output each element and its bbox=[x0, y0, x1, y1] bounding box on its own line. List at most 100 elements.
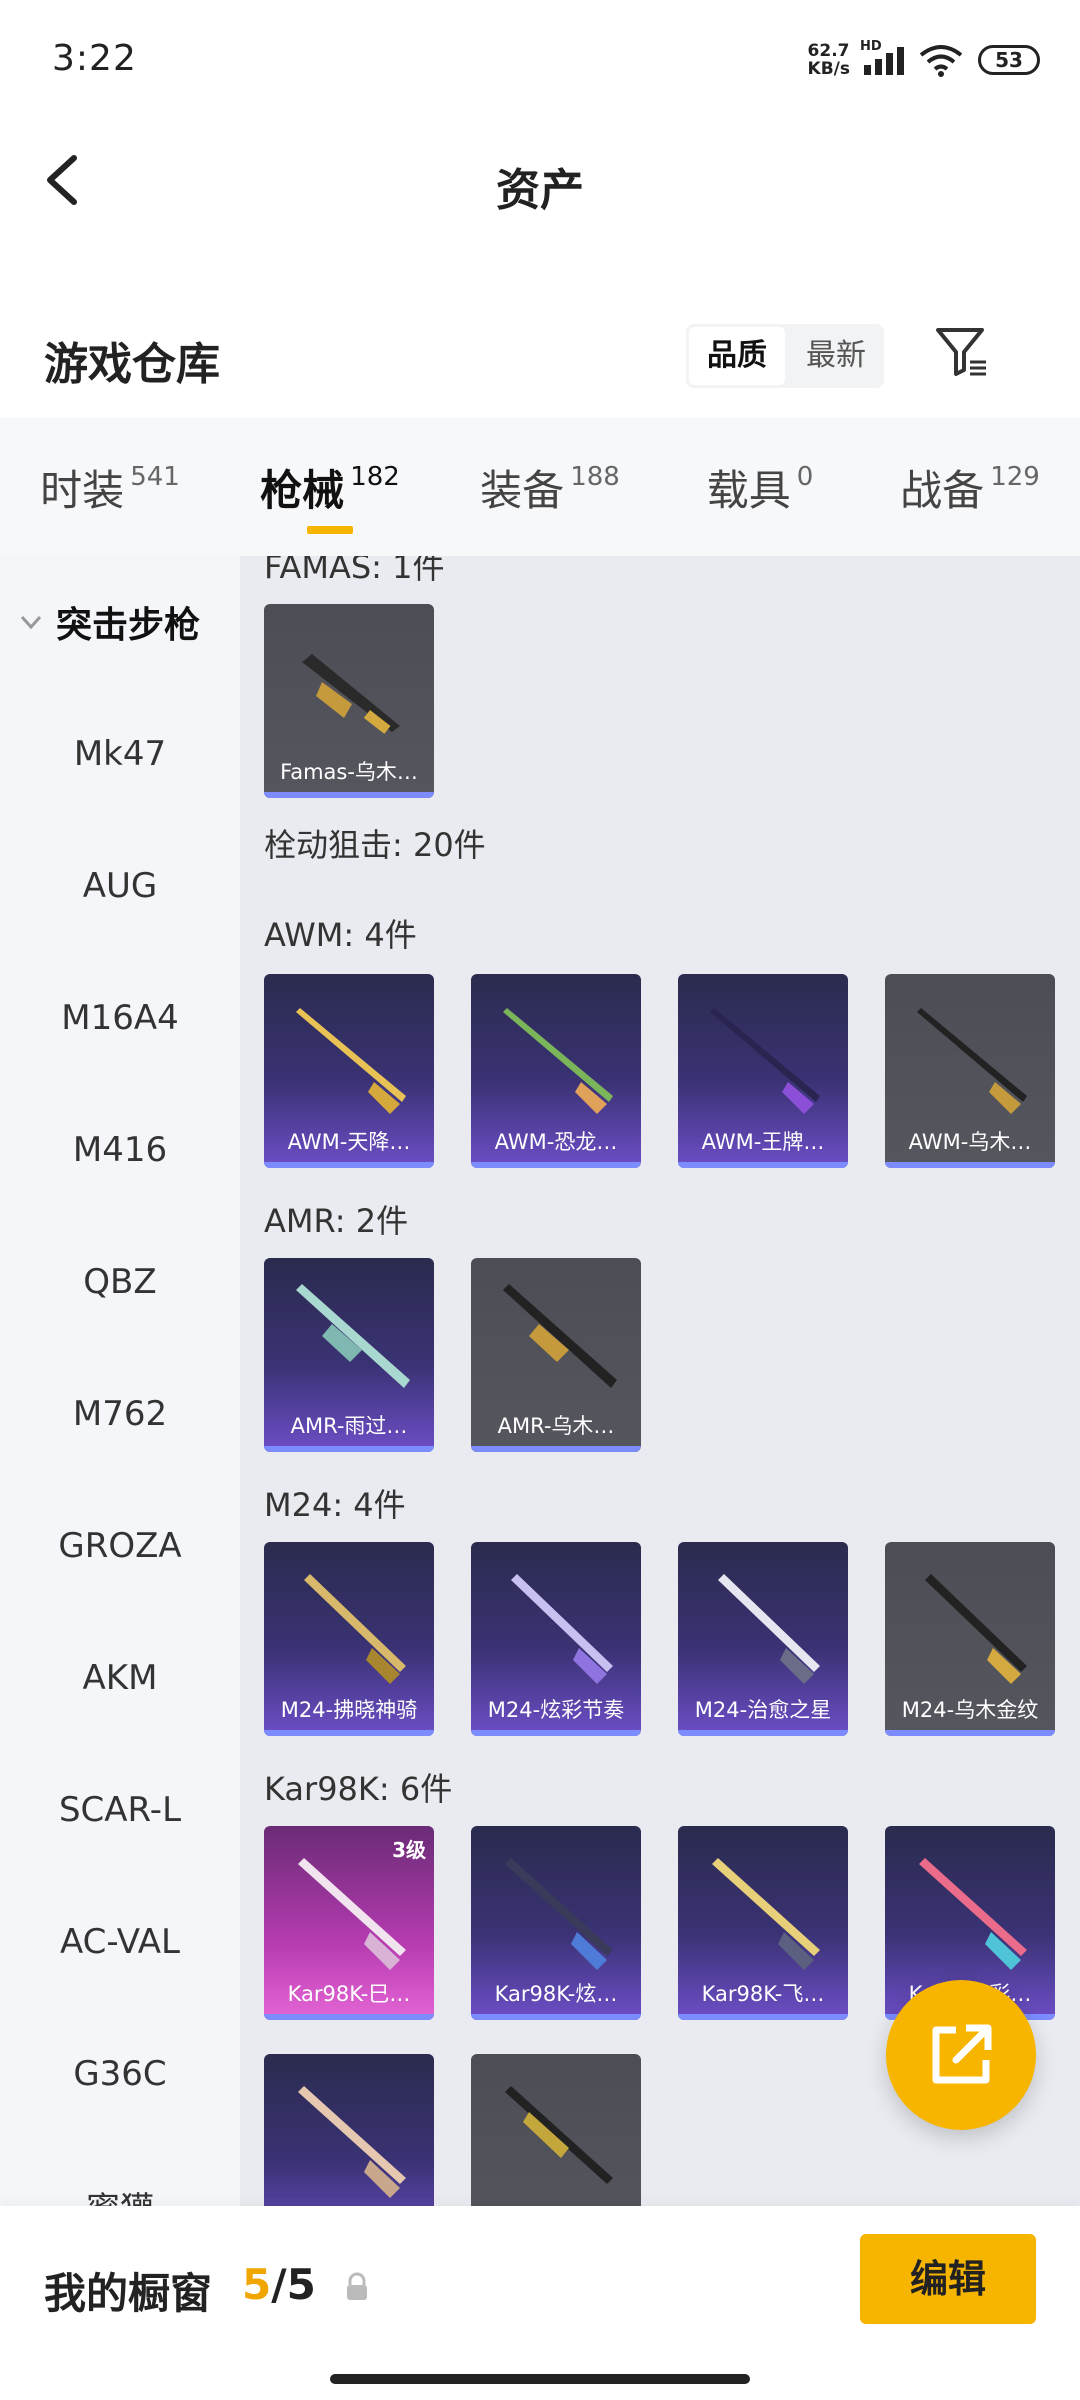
sidebar-item-honey-badger[interactable]: 蜜獾 bbox=[0, 2140, 240, 2207]
sidebar-item-m16a4[interactable]: M16A4 bbox=[0, 952, 240, 1084]
sidebar-item-m762[interactable]: M762 bbox=[0, 1348, 240, 1480]
weapon-card[interactable] bbox=[471, 2054, 641, 2206]
group-header-famas: FAMAS: 1件 bbox=[264, 556, 445, 586]
card-name: AMR-乌木… bbox=[497, 1414, 615, 1438]
sidebar-item-ac-val[interactable]: AC-VAL bbox=[0, 1876, 240, 2008]
tab-count: 0 bbox=[796, 462, 814, 492]
rifle-icon bbox=[298, 1858, 406, 1970]
speed-value: 62.7 bbox=[807, 41, 850, 61]
weapon-card[interactable]: AMR-乌木… bbox=[471, 1258, 641, 1452]
rifle-icon bbox=[511, 1574, 613, 1684]
signal-icon: HD bbox=[860, 39, 904, 75]
weapon-card[interactable]: AWM-恐龙… bbox=[471, 974, 641, 1168]
rifle-icon bbox=[925, 1574, 1027, 1684]
weapon-card[interactable]: M24-炫彩节奏 bbox=[471, 1542, 641, 1736]
tab-label: 载具 bbox=[706, 465, 791, 515]
tab-count: 188 bbox=[570, 462, 620, 492]
sort-quality[interactable]: 品质 bbox=[689, 327, 785, 385]
card-name: M24-治愈之星 bbox=[694, 1698, 832, 1722]
rifle-icon bbox=[304, 1574, 406, 1684]
card-name: Famas-乌木… bbox=[280, 760, 418, 784]
sort-newest[interactable]: 最新 bbox=[788, 324, 884, 388]
group-header-bolt-action: 栓动狙击: 20件 bbox=[264, 826, 486, 864]
group-header-awm: AWM: 4件 bbox=[264, 916, 417, 954]
status-time: 3:22 bbox=[52, 38, 137, 79]
weapon-card[interactable]: Kar98K-炫… bbox=[471, 1826, 641, 2020]
card-name: M24-拂晓神骑 bbox=[280, 1698, 418, 1722]
sidebar-item-g36c[interactable]: G36C bbox=[0, 2008, 240, 2140]
card-rarity-bar bbox=[264, 1730, 434, 1736]
sidebar-item-scar-l[interactable]: SCAR-L bbox=[0, 1744, 240, 1876]
page-title: 资产 bbox=[496, 165, 584, 216]
weapon-card[interactable]: AWM-王牌… bbox=[678, 974, 848, 1168]
weapon-grid: FAMAS: 1件 Famas-乌木… 栓动狙击: 20件 AWM: 4件 AW… bbox=[240, 556, 1080, 2206]
weapon-card[interactable]: Famas-乌木… bbox=[264, 604, 434, 798]
card-rarity-bar bbox=[885, 1730, 1055, 1736]
group-header-amr: AMR: 2件 bbox=[264, 1202, 409, 1240]
card-rarity-bar bbox=[471, 1446, 641, 1452]
sort-toggle: 品质 最新 bbox=[686, 324, 884, 388]
sidebar-item-m416[interactable]: M416 bbox=[0, 1084, 240, 1216]
tab-equipment[interactable]: 装备 188 bbox=[440, 418, 660, 556]
tab-label: 枪械 bbox=[260, 465, 345, 515]
app-header: 资产 bbox=[0, 120, 1080, 240]
showcase-bar: 我的橱窗 5/5 编辑 bbox=[0, 2206, 1080, 2400]
lock-icon bbox=[347, 2272, 367, 2300]
group-header-kar98k: Kar98K: 6件 bbox=[264, 1770, 453, 1808]
filter-icon[interactable] bbox=[934, 324, 990, 380]
share-icon bbox=[932, 2024, 992, 2084]
card-rarity-bar bbox=[264, 792, 434, 798]
weapon-card[interactable]: AWM-天降… bbox=[264, 974, 434, 1168]
rifle-icon bbox=[503, 1008, 613, 1114]
rifle-icon bbox=[505, 1858, 613, 1970]
tab-firearms[interactable]: 枪械 182 bbox=[220, 418, 440, 556]
category-tabs: 时装 541 枪械 182 装备 188 载具 0 战备 129 bbox=[0, 418, 1080, 556]
share-button[interactable] bbox=[886, 1980, 1036, 2130]
status-icons: 62.7 KB/s HD 53 bbox=[808, 39, 1040, 78]
card-rarity-bar bbox=[471, 2014, 641, 2020]
wifi-icon bbox=[919, 45, 963, 77]
rifle-icon bbox=[296, 1284, 410, 1388]
weapon-card[interactable]: 3级 Kar98K-巳… bbox=[264, 1826, 434, 2020]
tab-count: 129 bbox=[990, 462, 1040, 492]
chevron-down-icon bbox=[20, 615, 42, 630]
weapon-card[interactable]: AMR-雨过… bbox=[264, 1258, 434, 1452]
card-name: M24-乌木金纹 bbox=[901, 1698, 1039, 1722]
showcase-current: 5 bbox=[242, 2260, 272, 2309]
card-rarity-bar bbox=[678, 1730, 848, 1736]
rifle-icon bbox=[712, 1858, 820, 1970]
sidebar-group-assault-rifles[interactable]: 突击步枪 bbox=[0, 556, 240, 688]
showcase-label: 我的橱窗 bbox=[44, 2269, 213, 2318]
showcase-count: 5/5 bbox=[242, 2260, 316, 2309]
level-badge: 3级 bbox=[392, 1838, 426, 1862]
card-rarity-bar bbox=[678, 1162, 848, 1168]
speed-unit: KB/s bbox=[807, 59, 850, 79]
card-name: AMR-雨过… bbox=[290, 1414, 408, 1438]
weapon-card[interactable]: AWM-乌木… bbox=[885, 974, 1055, 1168]
card-name: Kar98K-炫… bbox=[494, 1982, 618, 2006]
edit-button[interactable]: 编辑 bbox=[860, 2234, 1036, 2324]
tab-fashion[interactable]: 时装 541 bbox=[0, 418, 220, 556]
network-speed: 62.7 KB/s bbox=[808, 42, 850, 78]
sidebar-item-mk47[interactable]: Mk47 bbox=[0, 688, 240, 820]
warehouse-header: 游戏仓库 品质 最新 bbox=[0, 300, 1080, 410]
card-name: AWM-天降… bbox=[287, 1130, 411, 1154]
weapon-card[interactable]: M24-拂晓神骑 bbox=[264, 1542, 434, 1736]
sidebar-item-qbz[interactable]: QBZ bbox=[0, 1216, 240, 1348]
card-name: AWM-乌木… bbox=[908, 1130, 1032, 1154]
card-rarity-bar bbox=[678, 2014, 848, 2020]
home-indicator bbox=[330, 2374, 750, 2384]
weapon-card[interactable] bbox=[264, 2054, 434, 2206]
weapon-card[interactable]: M24-治愈之星 bbox=[678, 1542, 848, 1736]
tab-gear[interactable]: 战备 129 bbox=[860, 418, 1080, 556]
sidebar-item-aug[interactable]: AUG bbox=[0, 820, 240, 952]
card-rarity-bar bbox=[264, 2014, 434, 2020]
sidebar-item-akm[interactable]: AKM bbox=[0, 1612, 240, 1744]
weapon-card[interactable]: M24-乌木金纹 bbox=[885, 1542, 1055, 1736]
sidebar-item-groza[interactable]: GROZA bbox=[0, 1480, 240, 1612]
tab-vehicles[interactable]: 载具 0 bbox=[660, 418, 860, 556]
rifle-icon bbox=[296, 1008, 406, 1114]
weapon-card[interactable]: Kar98K-飞… bbox=[678, 1826, 848, 2020]
rifle-icon bbox=[505, 2086, 613, 2184]
rifle-icon bbox=[919, 1858, 1027, 1970]
